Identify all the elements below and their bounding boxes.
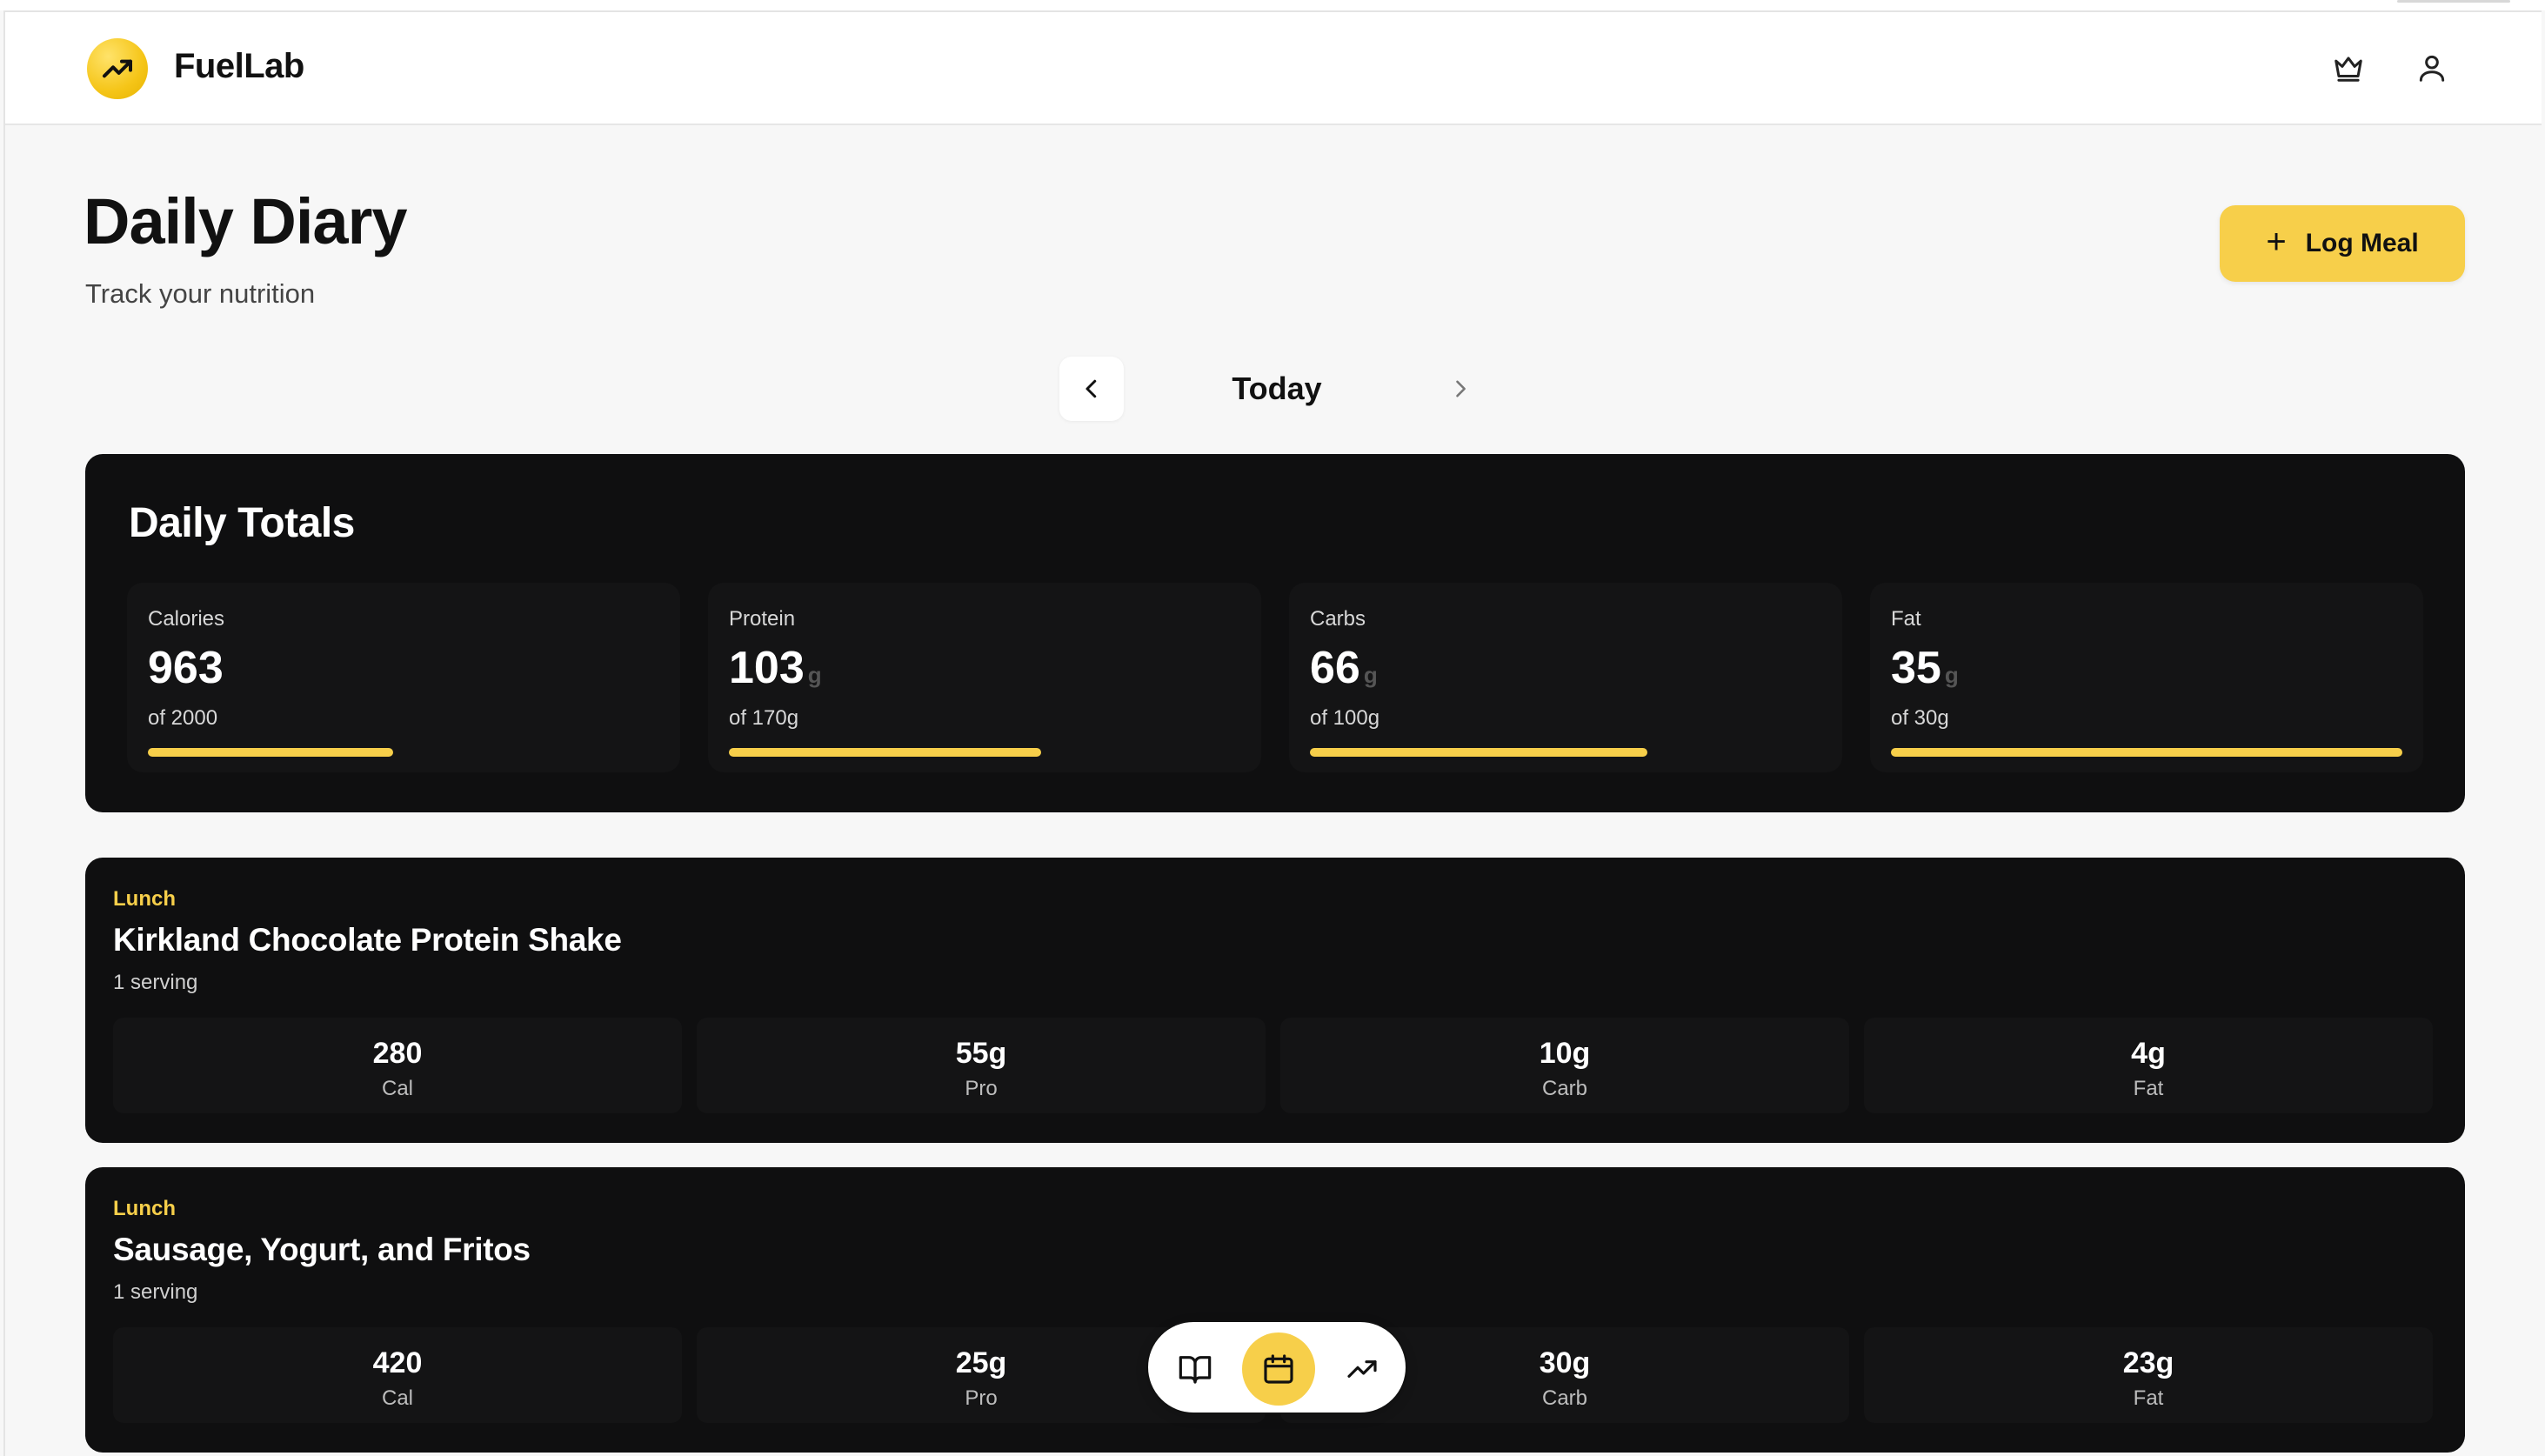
macro-label: Cal bbox=[381, 1386, 413, 1410]
macro-value: 420 bbox=[372, 1346, 423, 1379]
stat-label: Carbs bbox=[1310, 607, 1366, 631]
macro-value: 55g bbox=[955, 1037, 1007, 1070]
macro-carbs: 10g Carb bbox=[1280, 1018, 1849, 1113]
carbs-stat: Carbs 66 g of 100g bbox=[1289, 583, 1842, 772]
meal-serving: 1 serving bbox=[113, 971, 198, 994]
macro-calories: 280 Cal bbox=[113, 1018, 682, 1113]
macro-fat: 4g Fat bbox=[1864, 1018, 2433, 1113]
app-logo[interactable] bbox=[87, 38, 148, 99]
calendar-icon bbox=[1264, 1354, 1293, 1384]
chevron-left-icon bbox=[1085, 379, 1097, 398]
user-icon bbox=[2419, 55, 2445, 82]
macro-protein: 55g Pro bbox=[697, 1018, 1266, 1113]
trending-up-icon bbox=[1347, 1360, 1377, 1378]
next-day-button[interactable] bbox=[1428, 357, 1493, 421]
previous-day-button[interactable] bbox=[1059, 357, 1124, 421]
nav-progress-button[interactable] bbox=[1326, 1332, 1399, 1406]
progress-bar bbox=[148, 748, 659, 757]
progress-fill bbox=[1310, 748, 1648, 757]
progress-bar bbox=[1891, 748, 2402, 757]
progress-fill bbox=[1891, 748, 2402, 757]
macro-fat: 23g Fat bbox=[1864, 1327, 2433, 1423]
meal-type: Lunch bbox=[113, 1197, 176, 1220]
nav-library-button[interactable] bbox=[1159, 1332, 1232, 1406]
stat-value: 66 g bbox=[1310, 643, 1378, 693]
macro-value: 4g bbox=[2131, 1037, 2166, 1070]
log-meal-button[interactable]: + Log Meal bbox=[2220, 205, 2465, 282]
calories-stat: Calories 963 of 2000 bbox=[127, 583, 680, 772]
macro-label: Cal bbox=[381, 1077, 413, 1100]
app-header: FuelLab bbox=[5, 12, 2542, 125]
chevron-right-icon bbox=[1456, 380, 1466, 397]
stat-value: 963 bbox=[148, 643, 224, 693]
macro-value: 23g bbox=[2122, 1346, 2174, 1379]
progress-fill bbox=[148, 748, 394, 757]
plus-icon: + bbox=[2266, 223, 2287, 261]
page-subtitle: Track your nutrition bbox=[85, 278, 316, 309]
macro-label: Pro bbox=[965, 1077, 998, 1100]
stat-label: Fat bbox=[1891, 607, 1921, 631]
stat-value: 103 g bbox=[729, 643, 822, 693]
daily-totals-card: Daily Totals Calories 963 of 2000 Protei… bbox=[85, 454, 2465, 812]
macro-label: Fat bbox=[2133, 1077, 2164, 1100]
app-frame: FuelLab Daily Diary Track your nutrition… bbox=[3, 10, 2542, 1456]
protein-stat: Protein 103 g of 170g bbox=[708, 583, 1261, 772]
meal-card[interactable]: Lunch Kirkland Chocolate Protein Shake 1… bbox=[85, 858, 2465, 1143]
stat-value: 35 g bbox=[1891, 643, 1959, 693]
log-meal-label: Log Meal bbox=[2305, 229, 2419, 257]
current-date-label: Today bbox=[1232, 371, 1322, 406]
bottom-navigation bbox=[1146, 1320, 1407, 1414]
meal-name: Kirkland Chocolate Protein Shake bbox=[113, 922, 622, 958]
stat-goal: of 170g bbox=[729, 706, 799, 730]
stat-label: Protein bbox=[729, 607, 796, 631]
fat-stat: Fat 35 g of 30g bbox=[1870, 583, 2423, 772]
progress-fill bbox=[729, 748, 1041, 757]
meal-name: Sausage, Yogurt, and Fritos bbox=[113, 1232, 531, 1267]
progress-bar bbox=[1310, 748, 1821, 757]
stat-goal: of 2000 bbox=[148, 706, 218, 730]
window-tab-hint bbox=[2397, 0, 2510, 3]
macro-calories: 420 Cal bbox=[113, 1327, 682, 1423]
app-name: FuelLab bbox=[174, 47, 304, 85]
window-top-strip bbox=[0, 0, 2545, 10]
meal-serving: 1 serving bbox=[113, 1280, 198, 1304]
macro-label: Fat bbox=[2133, 1386, 2164, 1410]
daily-totals-title: Daily Totals bbox=[129, 500, 355, 546]
macro-label: Carb bbox=[1541, 1077, 1588, 1100]
profile-button[interactable] bbox=[2411, 47, 2453, 89]
macro-value: 280 bbox=[372, 1037, 423, 1070]
meal-type: Lunch bbox=[113, 887, 176, 911]
book-open-icon bbox=[1179, 1356, 1212, 1384]
premium-button[interactable] bbox=[2328, 47, 2369, 89]
progress-bar bbox=[729, 748, 1240, 757]
trending-up-icon bbox=[103, 59, 132, 78]
stat-goal: of 100g bbox=[1310, 706, 1380, 730]
crown-icon bbox=[2335, 57, 2362, 82]
nav-diary-button[interactable] bbox=[1242, 1332, 1315, 1406]
stat-label: Calories bbox=[148, 607, 225, 631]
macro-value: 10g bbox=[1539, 1037, 1591, 1070]
page-title: Daily Diary bbox=[83, 185, 408, 257]
stat-goal: of 30g bbox=[1891, 706, 1949, 730]
